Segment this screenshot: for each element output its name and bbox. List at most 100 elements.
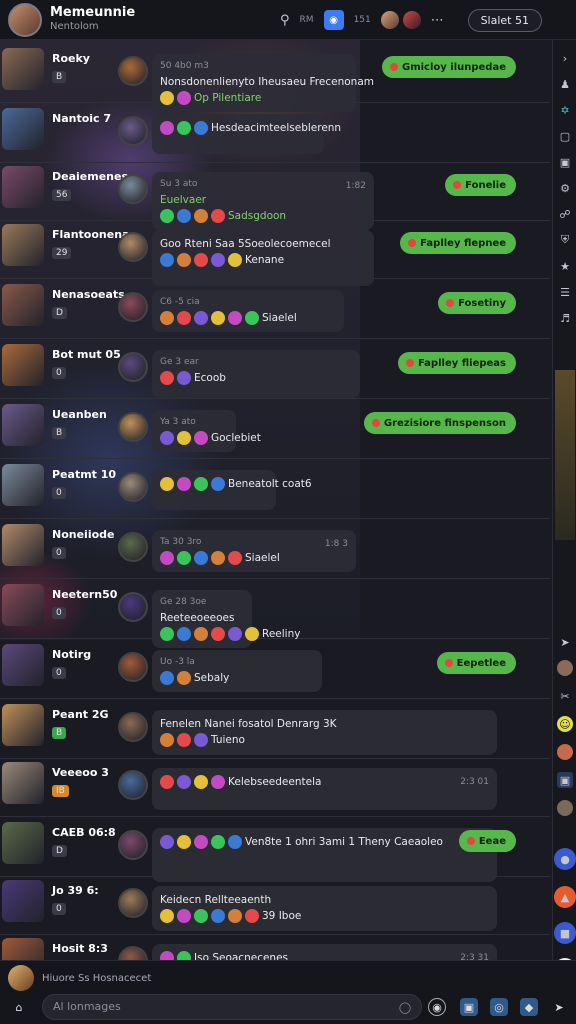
message-avatar[interactable] (118, 352, 148, 382)
more-options-icon[interactable]: ⋯ (431, 13, 444, 28)
record-icon[interactable]: ◉ (428, 998, 446, 1016)
message-avatar[interactable] (118, 412, 148, 442)
image-icon[interactable]: ▣ (557, 772, 573, 788)
attach-icon[interactable]: ◯ (396, 998, 414, 1016)
cut-icon[interactable]: ✂ (557, 688, 573, 704)
message-input[interactable]: Al lonmages (42, 994, 422, 1020)
reply-pill-button[interactable]: Faplley flepnee (400, 232, 516, 254)
conversation-row[interactable]: Peant 2G B Fenelen Nanei fosatol Denrarg 3… (0, 700, 550, 758)
message-avatar[interactable] (118, 116, 148, 146)
participant-avatar[interactable] (402, 11, 421, 29)
contact-avatar[interactable] (2, 464, 44, 506)
contact-avatar[interactable] (2, 166, 44, 208)
sound-icon[interactable]: ♬ (557, 310, 573, 326)
fire-icon[interactable]: ▲ (554, 886, 576, 908)
conversation-row[interactable]: Noneiiode 0 Ta 30 3ro Siaelel 1:8 3 (0, 520, 550, 578)
reply-pill-button[interactable]: Eeae (458, 830, 516, 852)
preview-thumbnail[interactable] (555, 370, 575, 540)
message-bubble[interactable]: Hesdeacimteelseblerenn (152, 114, 341, 154)
contact-avatar[interactable] (2, 284, 44, 326)
conversation-row[interactable]: Nenasoeats D C6 -5 cia Siaelel Fosetiny (0, 280, 550, 338)
conversation-row[interactable]: Ueanben B Ya 3 ato Goclebiet Grezisiore fins… (0, 400, 550, 458)
conversation-row[interactable]: Neetern50 0 Ge 28 3oe Reeteeoeeoes Reeliny (0, 580, 550, 649)
gift-icon[interactable]: ◆ (520, 998, 538, 1016)
message-avatar[interactable] (118, 712, 148, 742)
conversation-row[interactable]: Peatmt 10 0 Beneatolt coat6 (0, 460, 550, 518)
chevron-icon[interactable]: › (557, 50, 573, 66)
message-avatar[interactable] (118, 292, 148, 322)
image-upload-icon[interactable]: ▣ (460, 998, 478, 1016)
star-icon[interactable]: ★ (557, 258, 573, 274)
message-bubble[interactable]: Keidecn Rellteeaenth 39 Iboe (152, 886, 497, 931)
message-bubble[interactable]: Ta 30 3ro Siaelel 1:8 3 (152, 530, 356, 573)
message-bubble[interactable]: Ge 3 ear Ecoob (152, 350, 360, 398)
send-icon[interactable]: ➤ (557, 634, 573, 650)
message-avatar[interactable] (118, 652, 148, 682)
contact-avatar[interactable] (2, 762, 44, 804)
camera-icon[interactable]: ◎ (490, 998, 508, 1016)
home-icon[interactable]: ⌂ (10, 998, 28, 1016)
message-avatar[interactable] (118, 532, 148, 562)
message-bubble[interactable]: Kelebseedeentela 2:3 01 (152, 768, 497, 810)
message-avatar[interactable] (118, 888, 148, 918)
lock-icon[interactable]: ■ (554, 922, 576, 944)
message-bubble[interactable]: Beneatolt coat6 (152, 470, 312, 510)
conversation-row[interactable]: Roeky B 50 4b0 m3 Nonsdonenlienyto Iheusaeu… (0, 44, 550, 113)
message-bubble[interactable]: Fenelen Nanei fosatol Denrarg 3K Tuieno (152, 710, 497, 755)
message-bubble[interactable]: C6 -5 cia Siaelel (152, 290, 344, 333)
conversation-row[interactable]: Jo 39 6: 0 Keidecn Rellteeaenth 39 Iboe (0, 876, 550, 934)
conversation-row[interactable]: CAEB 06:8 D Ven8te 1 ohri 3ami 1 Theny Cae… (0, 818, 550, 882)
contact-avatar[interactable] (2, 224, 44, 266)
conversation-row[interactable]: Veeeoo 3 IB Kelebseedeentela 2:3 01 (0, 758, 550, 816)
reply-pill-button[interactable]: Gmicloy ilunpedae (381, 56, 516, 78)
link-icon[interactable]: ☍ (557, 206, 573, 222)
contact-avatar[interactable] (2, 704, 44, 746)
message-bubble[interactable]: Uo -3 la Sebaly (152, 650, 322, 693)
contact-avatar[interactable] (2, 644, 44, 686)
user-avatar[interactable] (557, 800, 573, 816)
message-avatar[interactable] (118, 472, 148, 502)
reply-pill-button[interactable]: Fosetiny (438, 292, 516, 314)
sparkle-icon[interactable]: ✡ (557, 102, 573, 118)
reply-pill-button[interactable]: Faplley fliepeas (397, 352, 516, 374)
conversation-row[interactable]: Flantoonena 29 Goo Rteni Saa 5Soeolecoemec… (0, 220, 550, 286)
user-avatar[interactable] (557, 744, 573, 760)
shield-icon[interactable]: ⛨ (557, 232, 573, 248)
message-bubble[interactable]: Ya 3 ato Goclebiet (152, 410, 261, 453)
contact-avatar[interactable] (2, 822, 44, 864)
message-avatar[interactable] (118, 770, 148, 800)
bot-icon[interactable]: ♟ (557, 76, 573, 92)
send-button-icon[interactable]: ➤ (550, 998, 568, 1016)
message-bubble[interactable]: Goo Rteni Saa 5Soeolecoemecel Kenane (152, 230, 374, 286)
contact-avatar[interactable] (2, 880, 44, 922)
message-avatar[interactable] (118, 174, 148, 204)
contact-avatar[interactable] (2, 344, 44, 386)
contact-avatar[interactable] (2, 48, 44, 90)
message-avatar[interactable] (118, 830, 148, 860)
emoji-icon[interactable]: ☺ (557, 716, 573, 732)
message-bubble[interactable]: Ven8te 1 ohri 3ami 1 Theny Caeaoleo (152, 828, 497, 882)
chat-icon[interactable]: ▢ (557, 128, 573, 144)
notification-icon[interactable]: ◉ (323, 10, 344, 30)
contact-avatar[interactable] (2, 524, 44, 566)
list-icon[interactable]: ☰ (557, 284, 573, 300)
contact-avatar[interactable] (2, 404, 44, 446)
conversation-row[interactable]: Notirg 0 Uo -3 la Sebaly Eepetlee (0, 640, 550, 698)
reply-pill-button[interactable]: Fonelie (445, 174, 516, 196)
conversation-row[interactable]: Nantoic 7 Hesdeacimteelseblerenn (0, 104, 550, 162)
conversation-row[interactable]: Deaiemenes 56 Su 3 ato Euelvaer Sadsgdoon 1:8… (0, 162, 550, 231)
conversation-row[interactable]: Bot mut 05 0 Ge 3 ear Ecoob Faplley fliepeas (0, 340, 550, 398)
message-avatar[interactable] (118, 56, 148, 86)
user-avatar[interactable] (557, 660, 573, 676)
gallery-icon[interactable]: ▣ (557, 154, 573, 170)
participant-avatar[interactable] (380, 11, 399, 29)
settings-icon[interactable]: ⚙ (557, 180, 573, 196)
contact-avatar[interactable] (2, 584, 44, 626)
profile-avatar[interactable] (8, 2, 42, 37)
discord-icon[interactable]: ● (554, 848, 576, 870)
select-dropdown[interactable]: Slalet 51 (467, 9, 542, 32)
reply-pill-button[interactable]: Grezisiore finspenson (363, 412, 516, 434)
message-avatar[interactable] (118, 592, 148, 622)
message-avatar[interactable] (118, 232, 148, 262)
reply-pill-button[interactable]: Eepetlee (436, 652, 516, 674)
